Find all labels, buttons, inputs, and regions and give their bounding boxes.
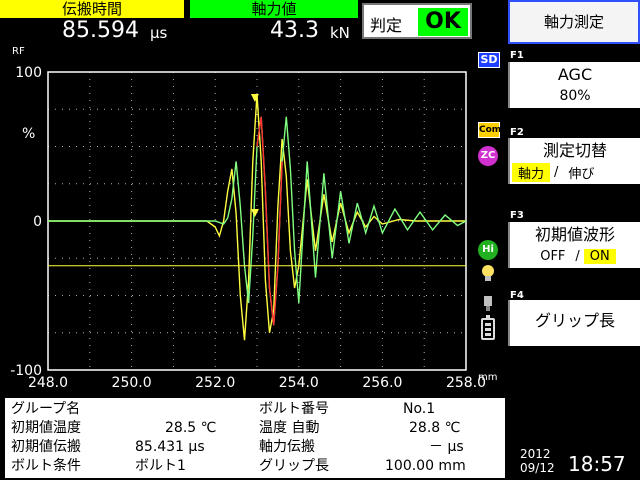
temp-auto-value: 28.8 ℃ [409,420,461,436]
f3-toggle: OFF / ON [510,246,640,266]
bolt-number-label: ボルト番号 [259,401,329,417]
waveform-current [48,116,467,326]
axial-force-unit: kN [330,24,350,42]
x-tick-label: 258.0 [446,375,486,391]
f2-toggle: 軸力 / 伸び [510,162,640,182]
x-tick-label: 250.0 [112,375,152,391]
force-propagation-label: 軸力伝搬 [259,439,315,455]
chart-ticks: 248.0 250.0 252.0 254.0 256.0 258.01000-100 [10,65,486,391]
f2-key-number: F2 [510,127,524,138]
bolt-condition-label: ボルト条件 [11,458,81,474]
zc-icon: ZC [478,146,498,166]
judgement-value: OK [418,8,468,36]
y-axis-label: RF [12,46,25,57]
f1-label: AGC [557,65,593,84]
waveform-chart: RF % mm 248.0 250.0 252.0 254.0 256.0 258.010… [10,46,497,391]
f3-separator: / [575,248,580,264]
date-month-day: 09/12 [520,461,555,475]
judgement-label: 判定 [370,16,403,35]
f2-option-axial-force: 軸力 [512,162,551,182]
f2-label: 測定切替 [542,141,607,160]
battery-icon [481,315,495,340]
f2-separator: / [554,164,559,180]
temp-auto-label: 温度 自動 [259,420,320,436]
propagation-time-unit: μs [150,24,168,42]
f1-key-number: F1 [510,50,524,61]
axial-force-label: 軸力値 [190,0,358,18]
f1-agc-button[interactable]: AGC 80% [508,62,640,108]
hi-icon: Hi [478,240,498,260]
bulb-icon [482,265,494,281]
axial-force-value: 43.3 [270,18,319,43]
grip-length-label: グリップ長 [259,458,329,474]
f2-measure-switch-button[interactable]: 測定切替 軸力 / 伸び [508,138,640,184]
initial-temp-value: 28.5 ℃ [165,420,217,436]
f3-option-off: OFF [540,248,566,264]
propagation-time-label: 伝搬時間 [0,0,184,18]
bolt-number-value: No.1 [403,401,436,417]
judgement-box: 判定 OK [362,3,472,39]
f4-label: グリップ長 [534,311,615,330]
f1-value: 80% [559,88,591,104]
f2-option-elongation: 伸び [568,166,595,182]
f3-initial-waveform-button[interactable]: 初期値波形 OFF / ON [508,222,640,268]
bolt-condition-value: ボルト1 [135,458,186,474]
x-tick-label: 254.0 [279,375,319,391]
x-tick-label: 252.0 [195,375,235,391]
probe-icon [484,296,492,311]
date-year: 2012 [520,447,551,461]
clock-time: 18:57 [568,452,626,476]
initial-propagation-label: 初期値伝搬 [11,439,81,455]
y-tick-label: 0 [33,214,42,230]
y-tick-label: -100 [10,363,42,379]
initial-propagation-value: 85.431 μs [135,439,205,455]
group-name-label: グループ名 [11,401,81,417]
info-panel: グループ名 初期値温度 28.5 ℃ 初期値伝搬 85.431 μs ボルト条件… [5,398,505,478]
f3-label: 初期値波形 [534,225,615,244]
sd-card-icon: SD [478,52,500,68]
f4-grip-length-button[interactable]: グリップ長 [508,300,640,346]
mode-title-label: 軸力測定 [543,13,604,31]
grip-length-value: 100.00 mm [385,458,466,474]
y-tick-label: 100 [15,65,42,81]
mode-title-button[interactable]: 軸力測定 [508,0,640,44]
propagation-time-value: 85.594 [62,18,139,43]
initial-temp-label: 初期値温度 [11,420,81,436]
f3-key-number: F3 [510,210,524,221]
force-propagation-value: － μs [429,439,464,455]
zero-cross-marker [250,209,259,217]
x-tick-label: 256.0 [362,375,402,391]
com-icon: Com [478,122,501,138]
f3-option-on: ON [583,248,616,264]
y-unit-label: % [22,126,35,142]
